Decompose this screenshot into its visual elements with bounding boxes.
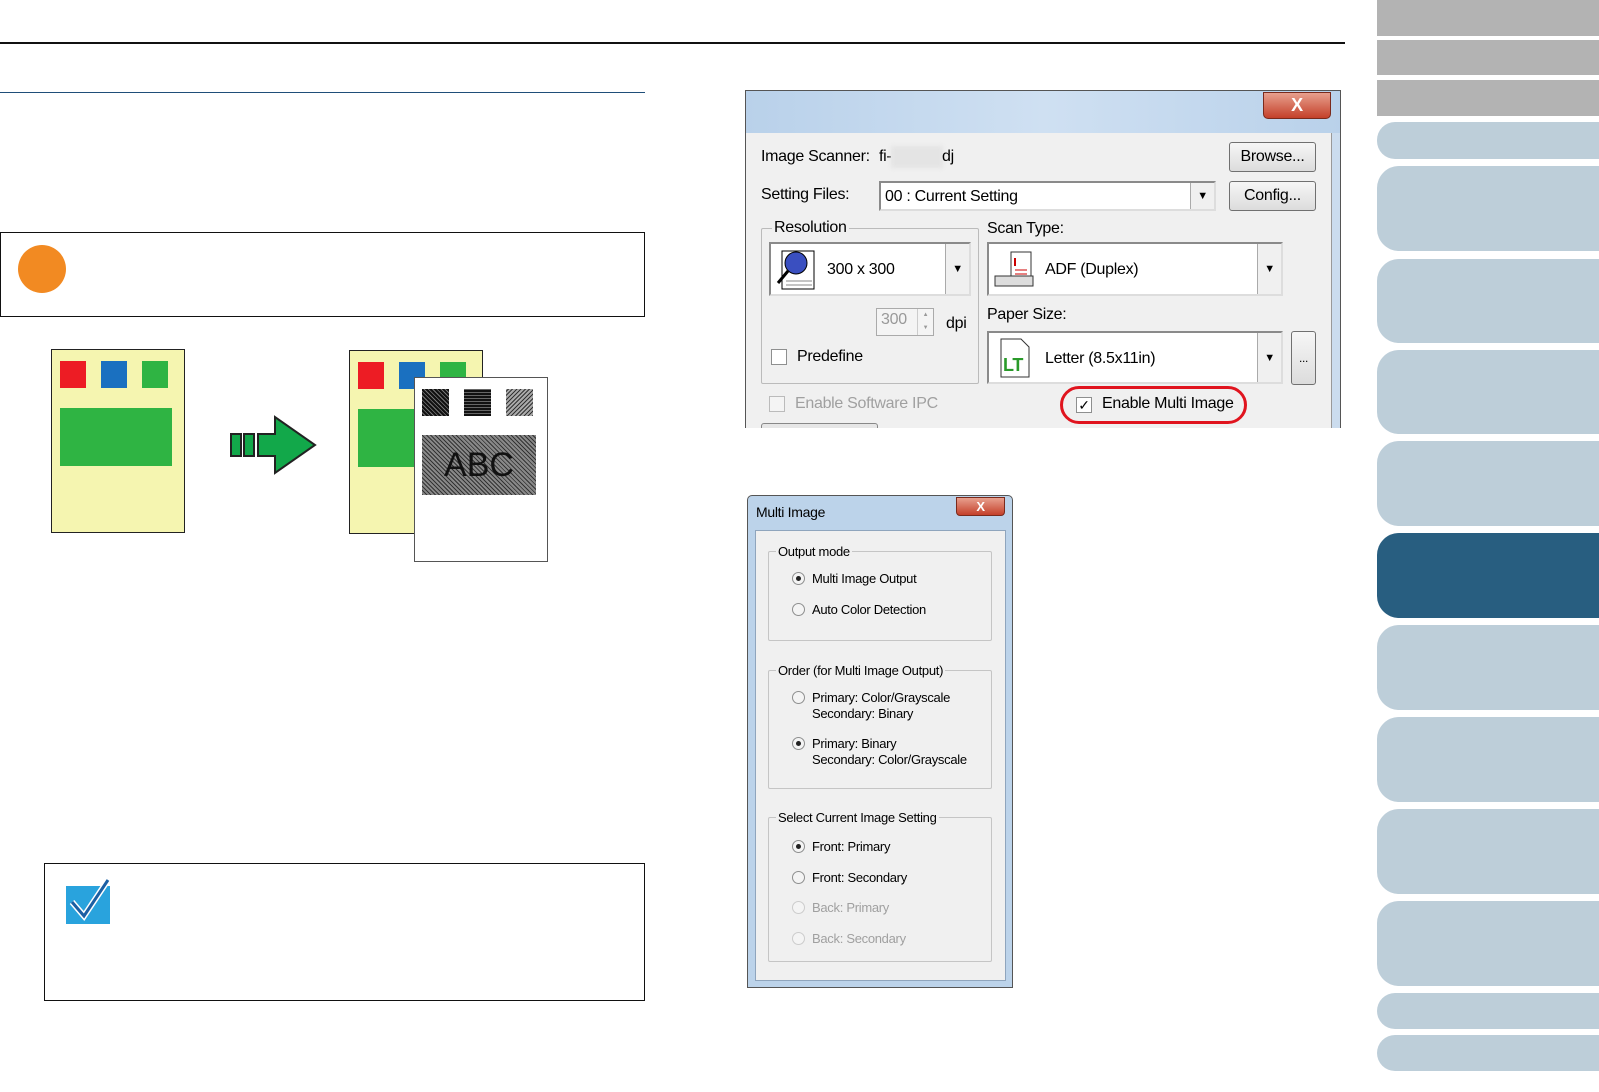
image-scanner-suffix: dj	[942, 148, 954, 165]
sidebar-tab-15[interactable]	[1377, 1035, 1599, 1071]
select-current-label: Select Current Image Setting	[776, 810, 939, 825]
order-label: Order (for Multi Image Output)	[776, 663, 946, 678]
paper-letter-icon: LT	[1000, 338, 1030, 378]
enable-multi-image-checkbox[interactable]: ✓	[1076, 397, 1092, 413]
spin-arrows[interactable]: ▲ ▼	[917, 309, 933, 335]
order-group	[768, 670, 992, 789]
dialog-body: Output mode Multi Image Output Auto Colo…	[755, 530, 1006, 981]
dialog-title: Multi Image	[756, 504, 826, 520]
image-scanner-label: Image Scanner:	[761, 148, 870, 165]
radio-auto-color-detection[interactable]	[792, 603, 805, 616]
sidebar-tab-3[interactable]	[1377, 80, 1599, 116]
radio-multi-image-output[interactable]	[792, 572, 805, 585]
back-primary-label: Back: Primary	[812, 900, 890, 915]
sidebar-tab-10[interactable]	[1377, 625, 1599, 710]
scan-type-value: ADF (Duplex)	[1045, 261, 1139, 278]
radio-back-primary[interactable]	[792, 901, 805, 914]
section-rule	[0, 92, 645, 93]
attention-icon	[18, 245, 66, 293]
order-option-1-line-2: Secondary: Binary	[812, 706, 914, 721]
scan-type-label: Scan Type:	[987, 220, 1064, 237]
dpi-label: dpi	[946, 315, 967, 332]
sidebar-tab-1[interactable]	[1377, 0, 1599, 36]
setting-files-select[interactable]: 00 : Current Setting ▼	[879, 181, 1216, 211]
predefine-label: Predefine	[797, 348, 863, 365]
radio-order-color-primary[interactable]	[792, 691, 805, 704]
original-document	[51, 349, 185, 533]
svg-text:LT: LT	[1003, 355, 1023, 375]
browse-button[interactable]: Browse...	[1229, 142, 1316, 172]
multi-image-dialog: Multi Image X Output mode Multi Image Ou…	[747, 495, 1013, 988]
radio-front-secondary[interactable]	[792, 871, 805, 884]
predefine-checkbox[interactable]	[771, 349, 787, 365]
close-button[interactable]: X	[1263, 92, 1331, 119]
software-ipc-checkbox[interactable]	[769, 396, 785, 412]
arrow-right-icon	[230, 415, 317, 475]
scanner-settings-dialog: X Image Scanner: fi- dj Browse... Settin…	[745, 90, 1341, 428]
sidebar-tab-6[interactable]	[1377, 259, 1599, 343]
close-button[interactable]: X	[956, 497, 1005, 516]
output-mode-label: Output mode	[776, 544, 852, 559]
radio-back-secondary[interactable]	[792, 932, 805, 945]
config-button[interactable]: Config...	[1229, 181, 1316, 211]
scanner-adf-icon	[994, 251, 1034, 287]
sidebar-tab-2[interactable]	[1377, 40, 1599, 75]
title-bar	[746, 91, 1340, 133]
sidebar-tab-13[interactable]	[1377, 901, 1599, 986]
sidebar-tab-5[interactable]	[1377, 166, 1599, 251]
auto-color-detection-label: Auto Color Detection	[812, 602, 926, 617]
multi-image-output-label: Multi Image Output	[812, 571, 917, 586]
sidebar-tab-4[interactable]	[1377, 122, 1599, 159]
software-ipc-label: Enable Software IPC	[795, 395, 938, 412]
paper-size-value: Letter (8.5x11in)	[1045, 350, 1156, 367]
blurred-model	[891, 146, 943, 168]
attention-box	[0, 232, 645, 317]
binary-text-block: ABC	[422, 435, 536, 495]
resolution-icon	[776, 250, 815, 290]
header-rule	[0, 42, 1345, 44]
chevron-down-icon[interactable]: ▼	[1257, 333, 1281, 382]
paper-size-label: Paper Size:	[987, 306, 1067, 323]
front-primary-label: Front: Primary	[812, 839, 891, 854]
order-option-1-line-1: Primary: Color/Grayscale	[812, 690, 950, 705]
paper-size-select[interactable]: LT Letter (8.5x11in) ▼	[987, 331, 1283, 384]
resolution-label: Resolution	[772, 219, 849, 237]
setting-files-value: 00 : Current Setting	[885, 188, 1018, 205]
sidebar-tab-12[interactable]	[1377, 809, 1599, 894]
order-option-2-line-2: Secondary: Color/Grayscale	[812, 752, 967, 767]
radio-order-binary-primary[interactable]	[792, 737, 805, 750]
partial-button[interactable]	[761, 423, 878, 428]
output-mode-group	[768, 551, 992, 641]
back-secondary-label: Back: Secondary	[812, 931, 906, 946]
resolution-select[interactable]: 300 x 300 ▼	[769, 242, 971, 296]
sidebar-tab-9-active[interactable]	[1377, 533, 1599, 618]
image-scanner-prefix: fi-	[879, 148, 892, 165]
chevron-down-icon[interactable]: ▼	[945, 244, 969, 294]
scan-type-select[interactable]: ADF (Duplex) ▼	[987, 242, 1283, 296]
sidebar-tab-11[interactable]	[1377, 717, 1599, 802]
sidebar-tab-14[interactable]	[1377, 993, 1599, 1029]
order-option-2-line-1: Primary: Binary	[812, 736, 897, 751]
enable-multi-image-label: Enable Multi Image	[1102, 395, 1234, 412]
paper-size-more-button[interactable]: ...	[1291, 331, 1316, 385]
chevron-down-icon[interactable]: ▼	[1257, 244, 1281, 294]
right-edge	[1331, 133, 1340, 428]
sidebar-tab-8[interactable]	[1377, 441, 1599, 526]
radio-front-primary[interactable]	[792, 840, 805, 853]
front-secondary-label: Front: Secondary	[812, 870, 907, 885]
setting-files-label: Setting Files:	[761, 186, 850, 203]
checkmark-hint-icon	[66, 878, 111, 924]
dpi-spinner[interactable]: 300 ▲ ▼	[876, 308, 934, 336]
sidebar-tab-7[interactable]	[1377, 350, 1599, 434]
chevron-down-icon[interactable]: ▼	[1190, 183, 1214, 209]
binary-output-document: ABC	[414, 377, 548, 562]
resolution-value: 300 x 300	[827, 261, 895, 278]
hint-box	[44, 863, 645, 1001]
dpi-value: 300	[881, 311, 907, 328]
